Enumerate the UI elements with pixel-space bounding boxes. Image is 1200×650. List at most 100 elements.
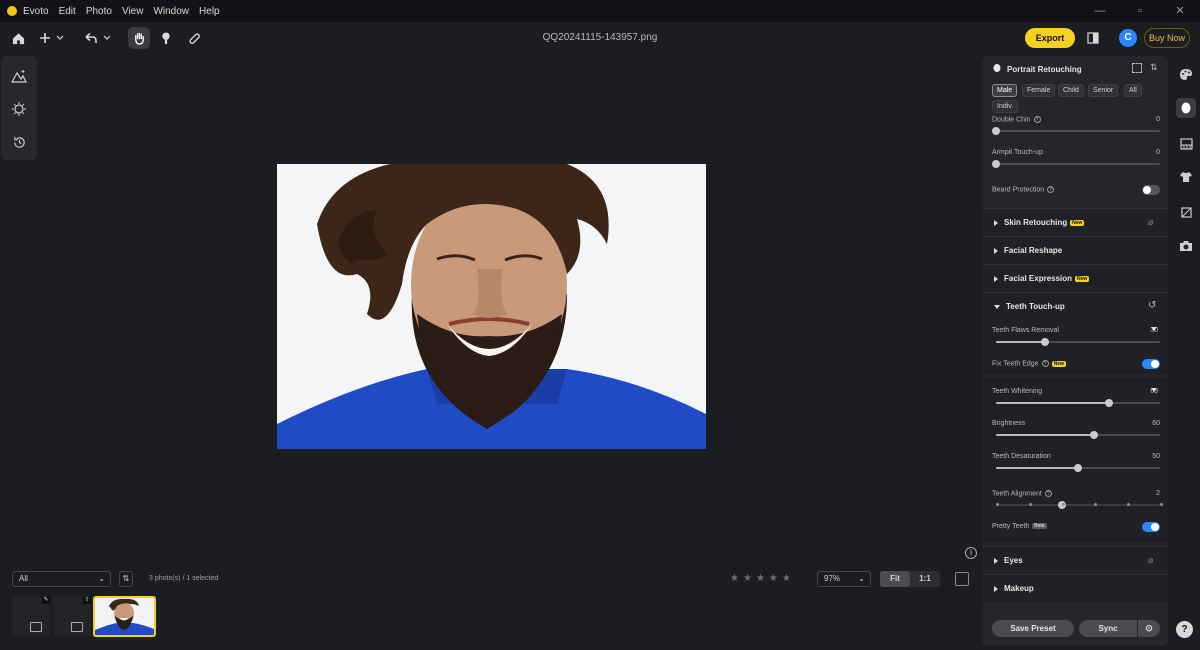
minimize-icon[interactable]: — [1080, 0, 1120, 22]
sync-settings-icon[interactable]: ⊙ [1138, 620, 1160, 637]
menu-help[interactable]: Help [199, 6, 220, 17]
help-button[interactable]: ? [1176, 621, 1193, 638]
star-icon[interactable]: ★ [769, 573, 778, 584]
chip-all[interactable]: All [1124, 84, 1142, 97]
avatar[interactable]: C [1119, 29, 1137, 47]
pretty-teeth-toggle[interactable] [1142, 522, 1160, 532]
section-makeup[interactable]: Makeup [982, 574, 1168, 602]
section-expression[interactable]: Facial Expression New [982, 264, 1168, 292]
zoom-select[interactable]: 97% ⌄ [817, 571, 871, 587]
teeth-flaws-label: Teeth Flaws Removal [992, 327, 1059, 334]
menu-photo[interactable]: Photo [86, 6, 112, 17]
star-icon[interactable]: ★ [743, 573, 752, 584]
ai-adjust-icon[interactable] [9, 66, 29, 86]
one-to-one-button[interactable]: 1:1 [910, 571, 940, 587]
dropdown-arrow-icon[interactable] [1151, 327, 1157, 331]
hand-tool-icon[interactable] [128, 27, 150, 49]
buy-now-button[interactable]: Buy Now [1144, 28, 1190, 48]
swap-icon[interactable]: ⇅ [1150, 62, 1158, 73]
double-chin-label: Double Chin [992, 116, 1031, 124]
sync-button[interactable]: Sync [1079, 620, 1137, 637]
thumbnail-placeholder[interactable]: ✎ [12, 596, 50, 636]
image-icon [71, 622, 83, 632]
history-icon[interactable] [9, 132, 29, 152]
face-select-icon[interactable] [1132, 63, 1142, 73]
reset-icon[interactable]: ↺ [1148, 300, 1156, 311]
undo-button[interactable] [84, 27, 114, 49]
expand-icon [994, 557, 998, 564]
teeth-flaws-group: Teeth Flaws Removal 30 Fix Teeth Edge? Ne… [982, 320, 1168, 374]
filter-select[interactable]: All ⌄ [12, 571, 111, 587]
export-button[interactable]: Export [1025, 28, 1075, 48]
info-icon[interactable]: i [965, 547, 977, 559]
title-bar: Evoto Edit Photo View Window Help [0, 0, 1200, 22]
thumbnail-selected[interactable] [93, 596, 156, 637]
split-view-icon[interactable] [955, 572, 969, 586]
new-badge: New [1070, 219, 1085, 226]
add-photo-button[interactable] [38, 27, 66, 49]
clothing-icon[interactable] [1178, 169, 1194, 185]
help-icon[interactable]: ? [1033, 116, 1041, 123]
fit-button[interactable]: Fit [880, 571, 910, 587]
toolbar: QQ20241115-143957.png Export C Buy Now [0, 22, 1200, 54]
star-icon[interactable]: ★ [756, 573, 765, 584]
section-reshape[interactable]: Facial Reshape [982, 236, 1168, 264]
eraser-icon[interactable]: ⌀ [1148, 217, 1153, 228]
home-icon[interactable] [10, 27, 26, 49]
armpit-slider[interactable] [992, 160, 1160, 168]
compare-view-icon[interactable] [1086, 27, 1100, 49]
alignment-step-slider[interactable] [996, 501, 1163, 509]
alignment-value: 2 [1156, 490, 1160, 497]
skin-header: Skin Retouching New [994, 218, 1085, 227]
bandage-tool-icon[interactable] [186, 27, 202, 49]
beard-protection-toggle[interactable] [1142, 185, 1160, 195]
expand-icon [994, 219, 998, 226]
desaturation-slider[interactable] [996, 464, 1160, 472]
maximize-icon[interactable]: ▫ [1120, 0, 1160, 22]
teeth-flaws-slider[interactable] [996, 338, 1160, 346]
camera-icon[interactable] [1178, 238, 1194, 254]
brightness-slider[interactable] [996, 431, 1160, 439]
help-icon[interactable]: ? [1044, 490, 1052, 497]
chip-male[interactable]: Male [992, 84, 1018, 97]
section-skin[interactable]: Skin Retouching New ⌀ [982, 208, 1168, 236]
menu-window[interactable]: Window [153, 6, 189, 17]
chip-female[interactable]: Female [1022, 84, 1056, 97]
section-eyes[interactable]: Eyes ⌀ [982, 546, 1168, 574]
chevron-down-icon: ⌄ [98, 574, 105, 583]
save-preset-button[interactable]: Save Preset [992, 620, 1074, 637]
star-icon[interactable]: ★ [782, 573, 791, 584]
help-icon[interactable]: ? [1047, 186, 1055, 193]
main-photo[interactable] [277, 164, 706, 449]
portrait-tab-icon[interactable] [1176, 98, 1196, 118]
palette-icon[interactable] [1178, 66, 1194, 82]
edit-badge-icon: ✎ [42, 596, 50, 604]
chip-individual[interactable]: Indiv. [992, 100, 1019, 113]
double-chin-slider[interactable] [992, 127, 1160, 135]
section-teeth[interactable]: Teeth Touch-up ↺ [982, 292, 1168, 320]
chip-child[interactable]: Child [1058, 84, 1084, 97]
whitening-slider[interactable] [996, 399, 1160, 407]
evoto-logo-icon [7, 6, 17, 16]
brush-tool-icon[interactable] [158, 27, 174, 49]
alignment-step-dot [1127, 503, 1131, 506]
desaturation-value: 50 [1152, 453, 1160, 460]
chip-senior[interactable]: Senior [1088, 84, 1119, 97]
menu-edit[interactable]: Edit [59, 6, 76, 17]
crop-icon[interactable] [1178, 204, 1194, 220]
teeth-header: Teeth Touch-up [994, 302, 1065, 311]
dropdown-arrow-icon[interactable] [1151, 388, 1157, 392]
thumbnail-placeholder[interactable]: ⇧ [53, 596, 91, 636]
sort-button[interactable]: ⇅ [119, 571, 133, 587]
eraser-icon[interactable]: ⌀ [1148, 555, 1153, 566]
menu-view[interactable]: View [122, 6, 144, 17]
star-icon[interactable]: ★ [730, 573, 739, 584]
help-icon[interactable]: ? [1041, 360, 1049, 367]
background-icon[interactable] [1178, 136, 1194, 152]
fix-edge-toggle[interactable] [1142, 359, 1160, 369]
pretty-teeth-row: Pretty Teeth Beta [992, 523, 1047, 530]
makeup-label: Makeup [1004, 584, 1034, 593]
fix-edge-label: Fix Teeth Edge [992, 360, 1039, 368]
close-icon[interactable]: ✕ [1160, 0, 1200, 22]
effects-icon[interactable] [9, 99, 29, 119]
